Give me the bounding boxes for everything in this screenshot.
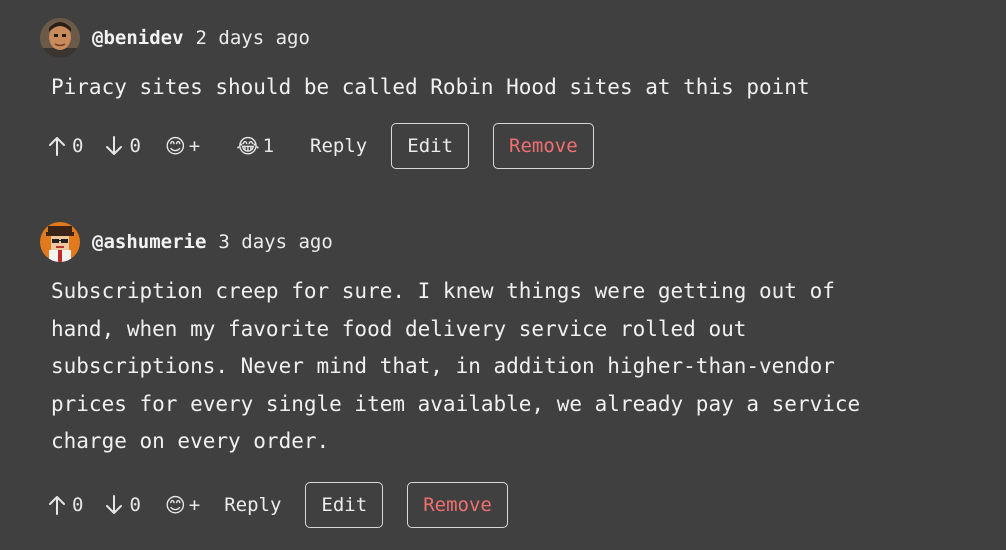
username[interactable]: @ashumerie — [92, 231, 206, 253]
edit-button[interactable]: Edit — [305, 481, 384, 528]
smiling-face-icon: 😊 — [164, 492, 186, 517]
comment-actions: 0 0 😊 + Reply Edit Remove — [40, 481, 980, 528]
add-reaction-button[interactable]: 😊 + — [165, 135, 200, 157]
comment-header: @ashumerie 3 days ago — [40, 222, 980, 262]
remove-button[interactable]: Remove — [407, 481, 508, 528]
downvote-count: 0 — [129, 493, 141, 516]
downvote-button[interactable]: 0 — [105, 134, 141, 157]
username[interactable]: @benidev — [92, 27, 184, 49]
upvote-count: 0 — [72, 134, 84, 157]
upvote-button[interactable]: 0 — [48, 135, 83, 157]
upvote-count: 0 — [72, 493, 84, 516]
downvote-button[interactable]: 0 — [105, 493, 141, 516]
timestamp: 2 days ago — [195, 27, 310, 49]
add-reaction-plus: + — [188, 134, 201, 157]
add-reaction-button[interactable]: 😊 + — [165, 494, 200, 516]
comment-header: @benidev 2 days ago — [40, 18, 980, 58]
comment-body: Piracy sites should be called Robin Hood… — [51, 75, 810, 99]
smiling-face-icon: 😊 — [164, 133, 186, 158]
downvote-count: 0 — [129, 134, 141, 157]
arrow-up-icon — [49, 136, 65, 156]
remove-button[interactable]: Remove — [493, 122, 594, 169]
reply-button[interactable]: Reply — [224, 494, 281, 516]
edit-button[interactable]: Edit — [391, 122, 470, 169]
laughing-crying-emoji-icon: 😂 — [236, 133, 260, 158]
comment-2: @ashumerie 3 days ago Subscription creep… — [40, 222, 980, 528]
person-avatar-icon[interactable] — [40, 18, 80, 58]
upvote-button[interactable]: 0 — [48, 494, 83, 516]
comment-1: @benidev 2 days ago Piracy sites should … — [40, 18, 980, 169]
arrow-up-icon — [49, 495, 65, 515]
arrow-down-icon — [106, 135, 123, 155]
arrow-down-icon — [106, 494, 123, 514]
reaction-laughing-crying[interactable]: 😂 1 — [236, 135, 274, 157]
comment-actions: 0 0 😊 + 😂 1 Reply Edit Remove — [40, 122, 980, 169]
reaction-count: 1 — [262, 134, 275, 157]
add-reaction-plus: + — [188, 493, 201, 516]
pixel-avatar-icon[interactable] — [40, 222, 80, 262]
timestamp: 3 days ago — [218, 231, 333, 253]
reply-button[interactable]: Reply — [310, 135, 367, 157]
comment-body: Subscription creep for sure. I knew thin… — [51, 279, 861, 453]
